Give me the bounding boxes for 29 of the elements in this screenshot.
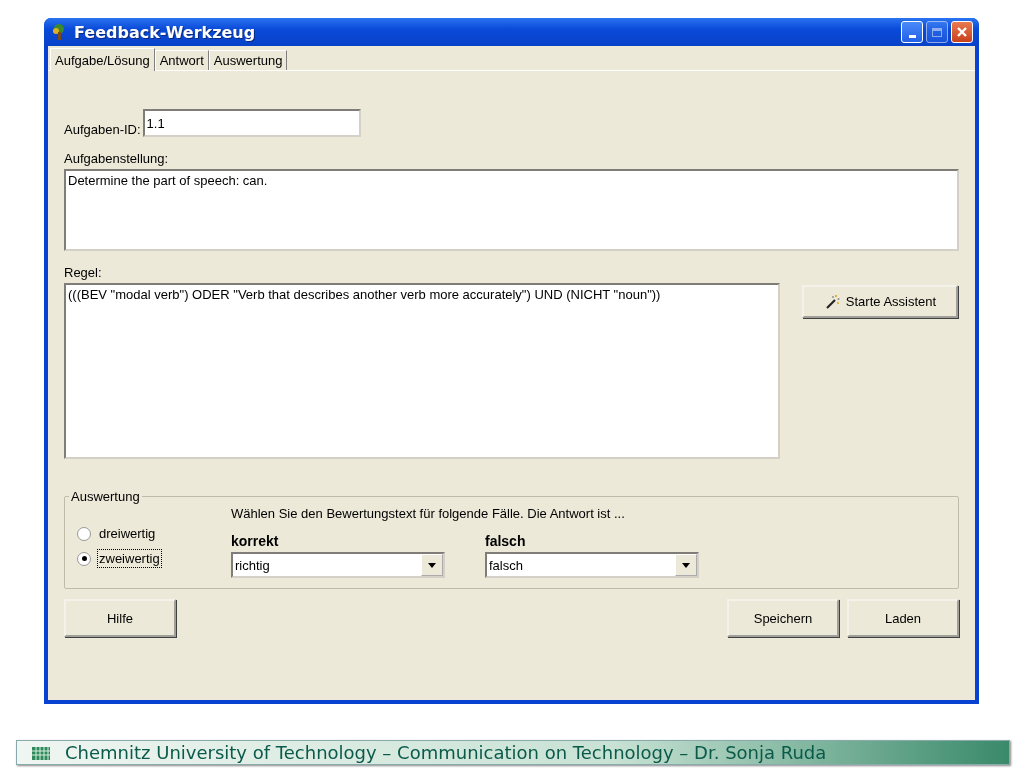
task-field[interactable]: Determine the part of speech: can.: [64, 169, 959, 251]
footer-text: Chemnitz University of Technology – Communication on Technology – Dr. Sonja Ruda: [65, 742, 827, 763]
radio-option[interactable]: zweiwertig: [77, 549, 231, 568]
field-label: Regel:: [64, 265, 103, 280]
dropdown-arrow-icon: [682, 562, 690, 568]
dropdown-label: falsch: [485, 533, 527, 549]
grid-icon: [31, 744, 51, 761]
group-legend: Auswertung: [69, 489, 142, 504]
window-title: Feedback-Werkzeug: [74, 22, 257, 42]
field-label: Aufgabenstellung:: [64, 151, 170, 166]
close-icon: [956, 26, 968, 38]
dialog-button[interactable]: Laden: [847, 599, 959, 637]
hint-text: Wählen Sie den Bewertungstext für folgende Fälle. Die Antwort ist ...: [231, 506, 626, 521]
dropdown-arrow-icon: [428, 562, 436, 568]
field-label: Aufgaben-ID:: [64, 122, 141, 137]
id-field[interactable]: 1.1: [142, 109, 361, 137]
tab[interactable]: Antwort: [154, 50, 209, 70]
wizard-button[interactable]: Starte Assistent: [802, 285, 958, 318]
dropdown-label: korrekt: [231, 533, 280, 549]
dropdown[interactable]: richtig: [231, 552, 445, 578]
dropdown[interactable]: falsch: [485, 552, 699, 578]
radio-option[interactable]: dreiwertig: [77, 524, 231, 543]
rule-field[interactable]: (((BEV "modal verb") ODER "Verb that describes another verb more accurately") UND (NICHT "noun")): [64, 283, 780, 459]
help-button[interactable]: Hilfe: [64, 599, 176, 637]
tab[interactable]: Aufgabe/Lösung: [50, 48, 155, 71]
minimize-button[interactable]: [901, 21, 923, 43]
tab[interactable]: Auswertung: [208, 50, 288, 70]
dialog-button[interactable]: Speichern: [727, 599, 839, 637]
close-button[interactable]: [951, 21, 973, 43]
